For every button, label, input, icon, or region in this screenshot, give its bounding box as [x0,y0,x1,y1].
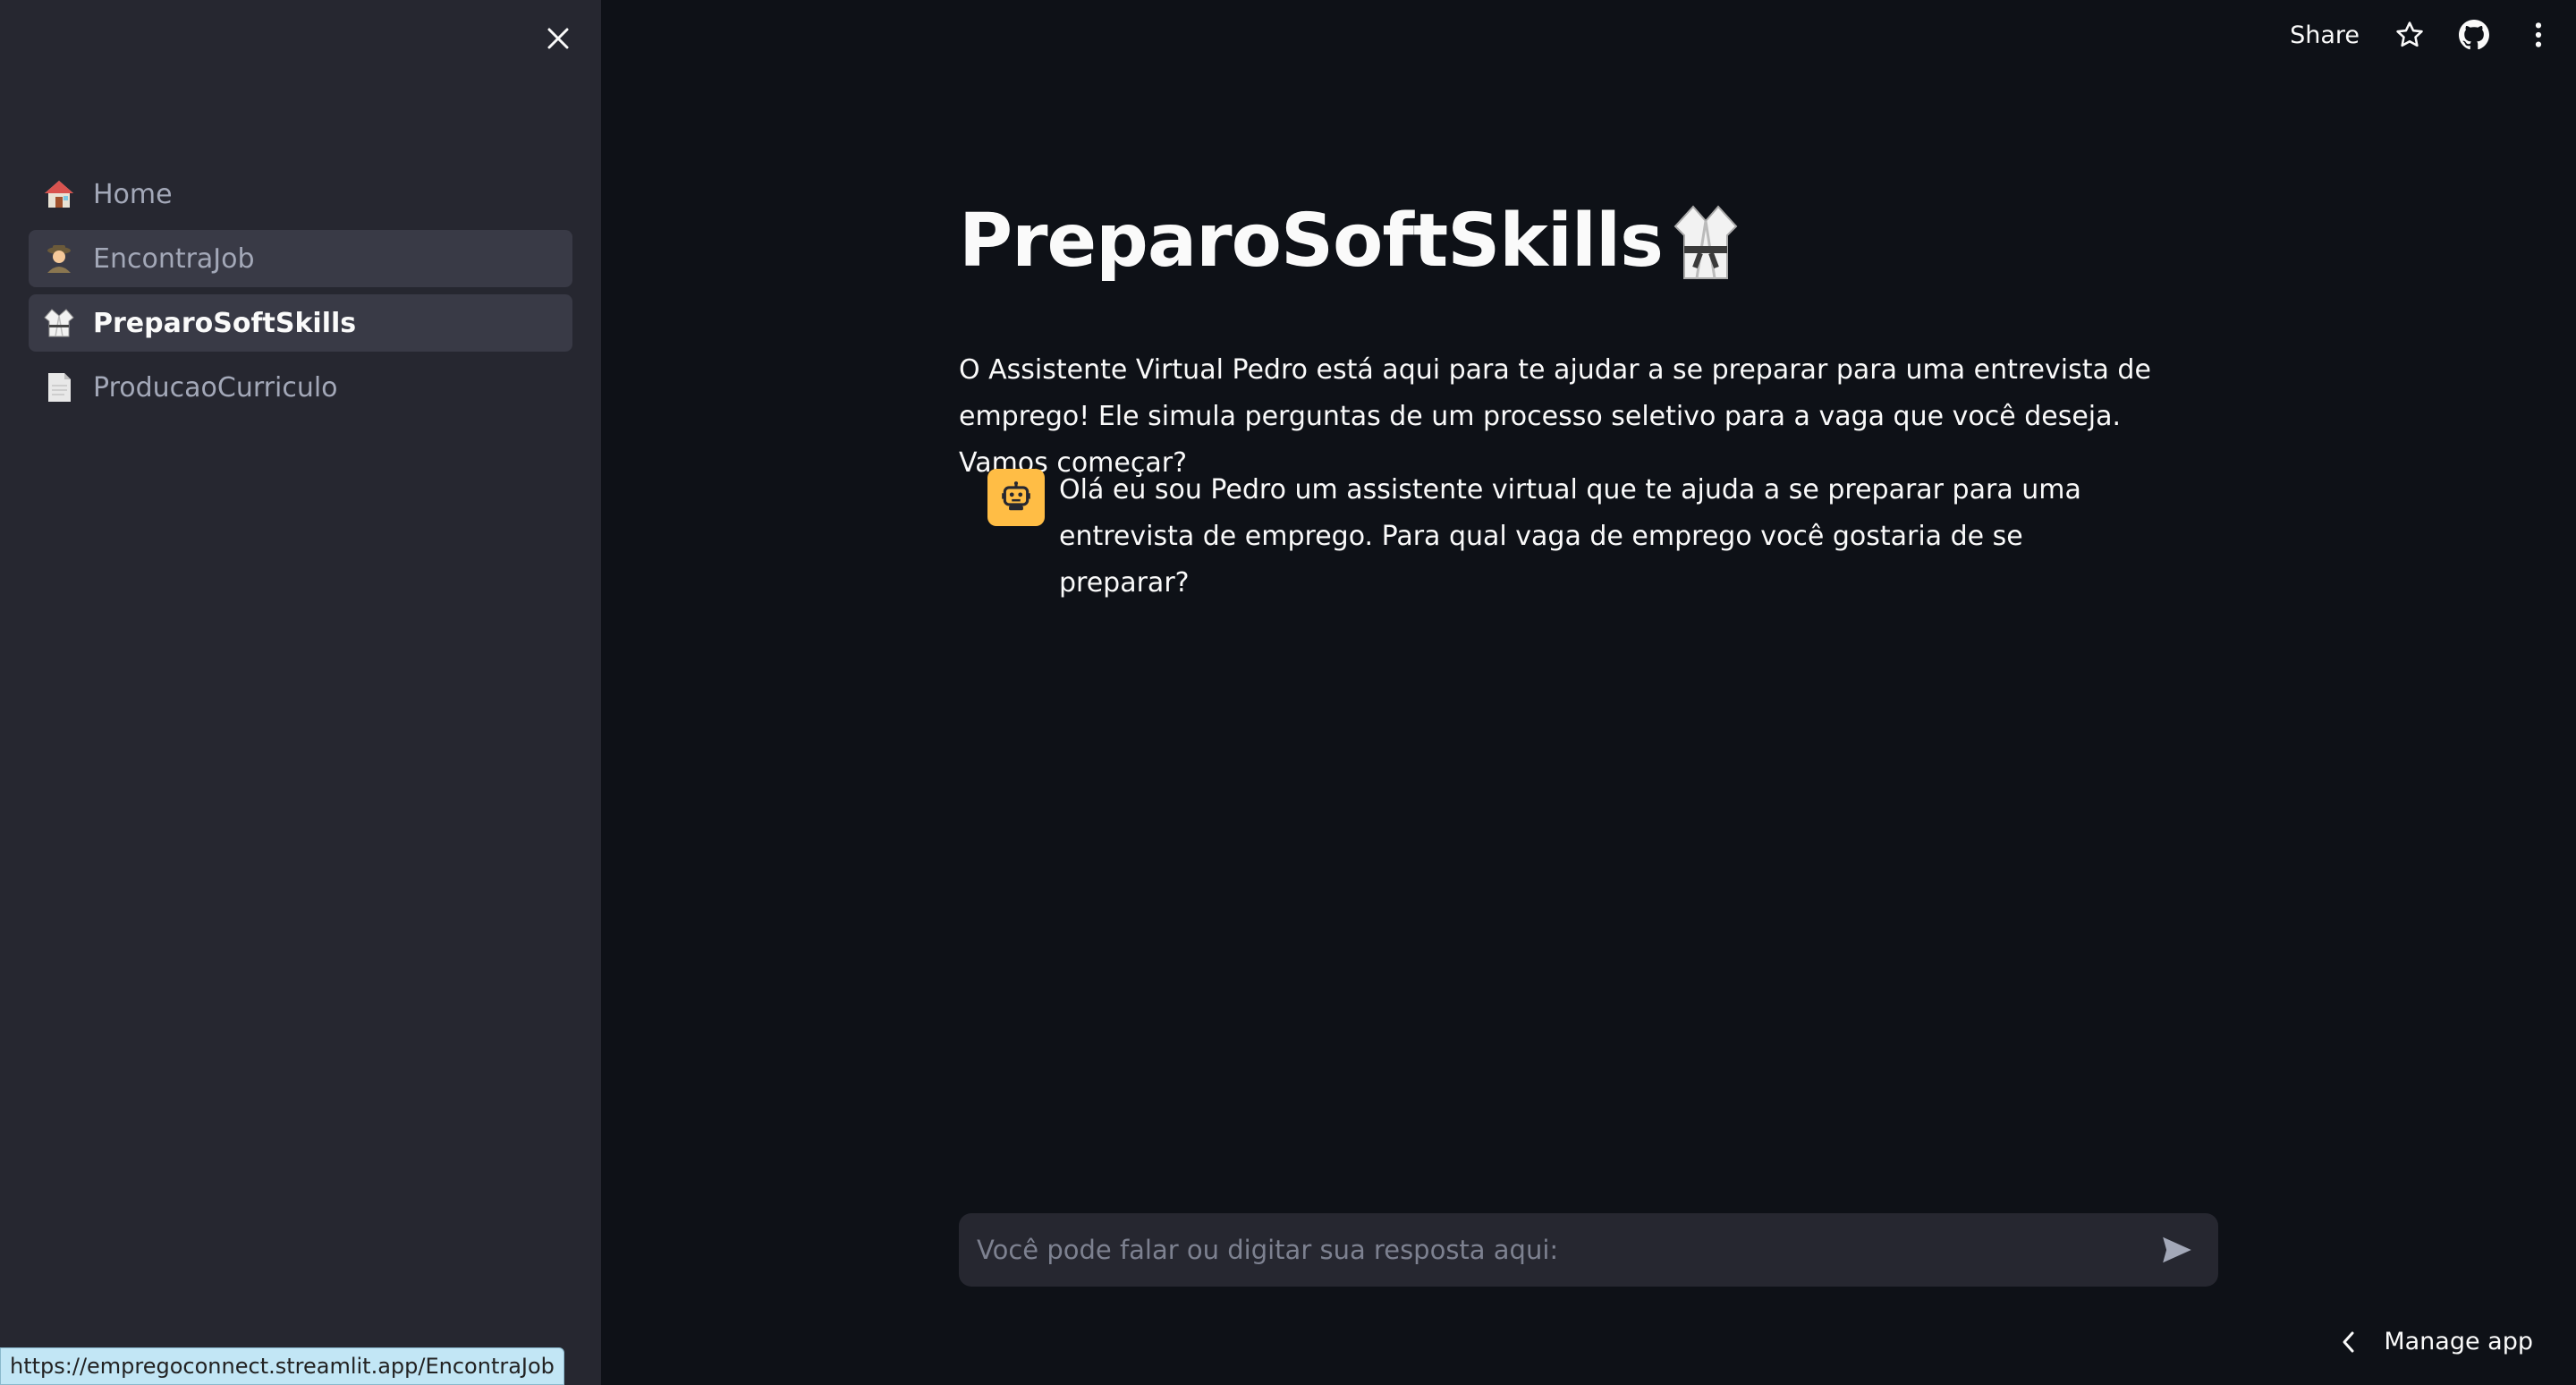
status-bar-url: https://empregoconnect.streamlit.app/Enc… [0,1347,564,1385]
intro-text: O Assistente Virtual Pedro está aqui par… [959,354,2151,479]
sidebar-item-producaocurriculo[interactable]: ProducaoCurriculo [29,359,572,416]
house-icon [43,178,75,210]
send-icon[interactable] [2152,1225,2202,1275]
sidebar-item-label: Home [93,178,173,210]
sidebar-nav: Home EncontraJob PreparoSoftSkills Produ… [29,166,572,423]
more-vertical-icon[interactable] [2522,19,2555,51]
close-icon[interactable] [539,20,577,57]
sidebar-item-label: EncontraJob [93,242,255,275]
robot-icon [987,469,1045,526]
martial-arts-uniform-icon [1674,204,1738,279]
manage-app-button[interactable]: Manage app [2339,1328,2533,1355]
github-icon[interactable] [2458,19,2490,51]
martial-arts-uniform-icon [43,307,75,339]
sidebar-item-encontrajob[interactable]: EncontraJob [29,230,572,287]
chat-message: Olá eu sou Pedro um assistente virtual q… [987,469,2204,607]
chat-input-container [959,1213,2218,1287]
star-icon[interactable] [2394,19,2426,51]
detective-icon [43,242,75,275]
top-toolbar: Share [2290,16,2555,54]
chat-message-text: Olá eu sou Pedro um assistente virtual q… [1059,474,2081,599]
sidebar-item-label: ProducaoCurriculo [93,371,338,404]
page-icon [43,371,75,404]
sidebar-item-home[interactable]: Home [29,166,572,223]
app-window: Home EncontraJob PreparoSoftSkills Produ… [0,0,2576,1385]
sidebar: Home EncontraJob PreparoSoftSkills Produ… [0,0,601,1385]
chevron-left-icon [2343,1331,2354,1352]
page-title: PreparoSoftSkills [959,199,1738,284]
manage-app-label: Manage app [2384,1328,2533,1355]
sidebar-item-label: PreparoSoftSkills [93,307,357,339]
chat-input[interactable] [975,1234,2152,1266]
page-title-text: PreparoSoftSkills [959,199,1664,284]
share-button[interactable]: Share [2290,21,2360,49]
sidebar-item-preparosoftskills[interactable]: PreparoSoftSkills [29,294,572,352]
